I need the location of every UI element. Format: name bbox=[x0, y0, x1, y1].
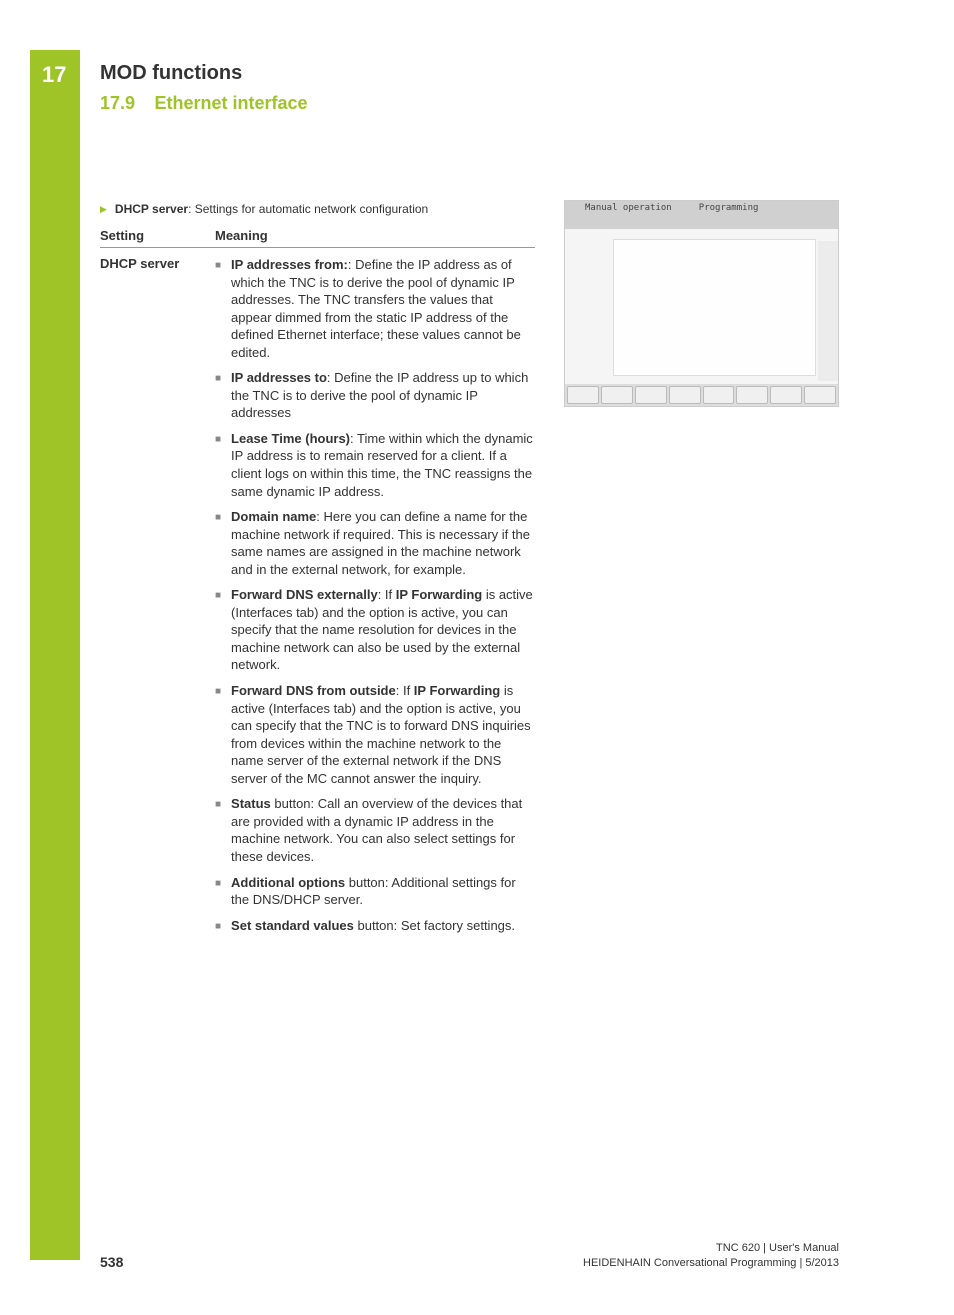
item-text: : If bbox=[396, 683, 414, 698]
section-number: 17.9 bbox=[100, 93, 135, 113]
item-bold: Domain name bbox=[231, 509, 316, 524]
item-bold: Additional options bbox=[231, 875, 345, 890]
item-bold2: IP Forwarding bbox=[396, 587, 482, 602]
screenshot-header: Manual operation Programming bbox=[565, 201, 838, 229]
bullet-icon: ■ bbox=[215, 372, 221, 422]
chapter-number: 17 bbox=[42, 62, 66, 88]
table-header: Setting Meaning bbox=[100, 228, 535, 248]
meaning-content: ■ IP addresses from:: Define the IP addr… bbox=[215, 256, 535, 942]
softkey bbox=[635, 386, 667, 404]
mode-label-1: Manual operation bbox=[585, 203, 672, 213]
list-item: ■ Domain name: Here you can define a nam… bbox=[215, 508, 535, 578]
list-item: ■ IP addresses from:: Define the IP addr… bbox=[215, 256, 535, 361]
list-item: ■ Status button: Call an overview of the… bbox=[215, 795, 535, 865]
list-item: ■ Forward DNS externally: If IP Forwardi… bbox=[215, 586, 535, 674]
item-text: button: Set factory settings. bbox=[354, 918, 515, 933]
item-text: is active (Interfaces tab) and the optio… bbox=[231, 683, 531, 786]
header-meaning: Meaning bbox=[215, 228, 268, 243]
item-bold2: IP Forwarding bbox=[414, 683, 500, 698]
intro-text: : Settings for automatic network configu… bbox=[188, 202, 428, 216]
footer-info: TNC 620 | User's Manual HEIDENHAIN Conve… bbox=[583, 1241, 839, 1270]
footer-line1: TNC 620 | User's Manual bbox=[583, 1241, 839, 1255]
bullet-icon: ■ bbox=[215, 798, 221, 865]
page-header: MOD functions 17.9 Ethernet interface bbox=[100, 62, 308, 114]
software-screenshot: Manual operation Programming bbox=[564, 200, 839, 407]
item-bold: Set standard values bbox=[231, 918, 354, 933]
bullet-icon: ■ bbox=[215, 920, 221, 935]
item-bold: Lease Time (hours) bbox=[231, 431, 350, 446]
bullet-icon: ■ bbox=[215, 511, 221, 578]
item-bold: IP addresses to bbox=[231, 370, 327, 385]
setting-label: DHCP server bbox=[100, 256, 215, 942]
softkey bbox=[669, 386, 701, 404]
item-bold: Forward DNS externally bbox=[231, 587, 378, 602]
item-bold: Status bbox=[231, 796, 271, 811]
table-row: DHCP server ■ IP addresses from:: Define… bbox=[100, 256, 535, 942]
softkey bbox=[804, 386, 836, 404]
page-footer: 538 TNC 620 | User's Manual HEIDENHAIN C… bbox=[100, 1241, 839, 1270]
item-text: button: Call an overview of the devices … bbox=[231, 796, 522, 864]
bullet-icon: ■ bbox=[215, 685, 221, 787]
item-text: : Define the IP address as of which the … bbox=[231, 257, 521, 360]
softkey bbox=[703, 386, 735, 404]
item-text: : If bbox=[378, 587, 396, 602]
softkey bbox=[770, 386, 802, 404]
list-item: ■ Lease Time (hours): Time within which … bbox=[215, 430, 535, 500]
footer-line2: HEIDENHAIN Conversational Programming | … bbox=[583, 1256, 839, 1270]
screenshot-softkeys bbox=[565, 384, 838, 406]
bullet-icon: ■ bbox=[215, 433, 221, 500]
header-setting: Setting bbox=[100, 228, 215, 243]
softkey bbox=[736, 386, 768, 404]
list-item: ■ Forward DNS from outside: If IP Forwar… bbox=[215, 682, 535, 787]
chapter-title: MOD functions bbox=[100, 62, 308, 85]
bullet-icon: ■ bbox=[215, 589, 221, 674]
list-item: ■ IP addresses to: Define the IP address… bbox=[215, 369, 535, 422]
item-bold: IP addresses from: bbox=[231, 257, 348, 272]
bullet-icon: ■ bbox=[215, 259, 221, 361]
list-item: ■ Additional options button: Additional … bbox=[215, 874, 535, 909]
section-title: Ethernet interface bbox=[155, 93, 308, 113]
page-number: 538 bbox=[100, 1254, 123, 1270]
softkey bbox=[567, 386, 599, 404]
bullet-icon: ■ bbox=[215, 877, 221, 909]
intro-label: DHCP server bbox=[115, 202, 188, 216]
softkey bbox=[601, 386, 633, 404]
mode-label-2: Programming bbox=[699, 203, 759, 213]
screenshot-right-bar bbox=[818, 241, 838, 381]
screenshot-body bbox=[565, 229, 838, 406]
main-content: ▶ DHCP server: Settings for automatic ne… bbox=[100, 202, 535, 942]
list-item: ■ Set standard values button: Set factor… bbox=[215, 917, 535, 935]
triangle-icon: ▶ bbox=[100, 204, 107, 215]
chapter-sidebar bbox=[30, 50, 80, 1260]
intro-line: ▶ DHCP server: Settings for automatic ne… bbox=[100, 202, 535, 216]
item-bold: Forward DNS from outside bbox=[231, 683, 396, 698]
screenshot-tree bbox=[565, 241, 610, 331]
screenshot-dialog bbox=[613, 239, 816, 376]
